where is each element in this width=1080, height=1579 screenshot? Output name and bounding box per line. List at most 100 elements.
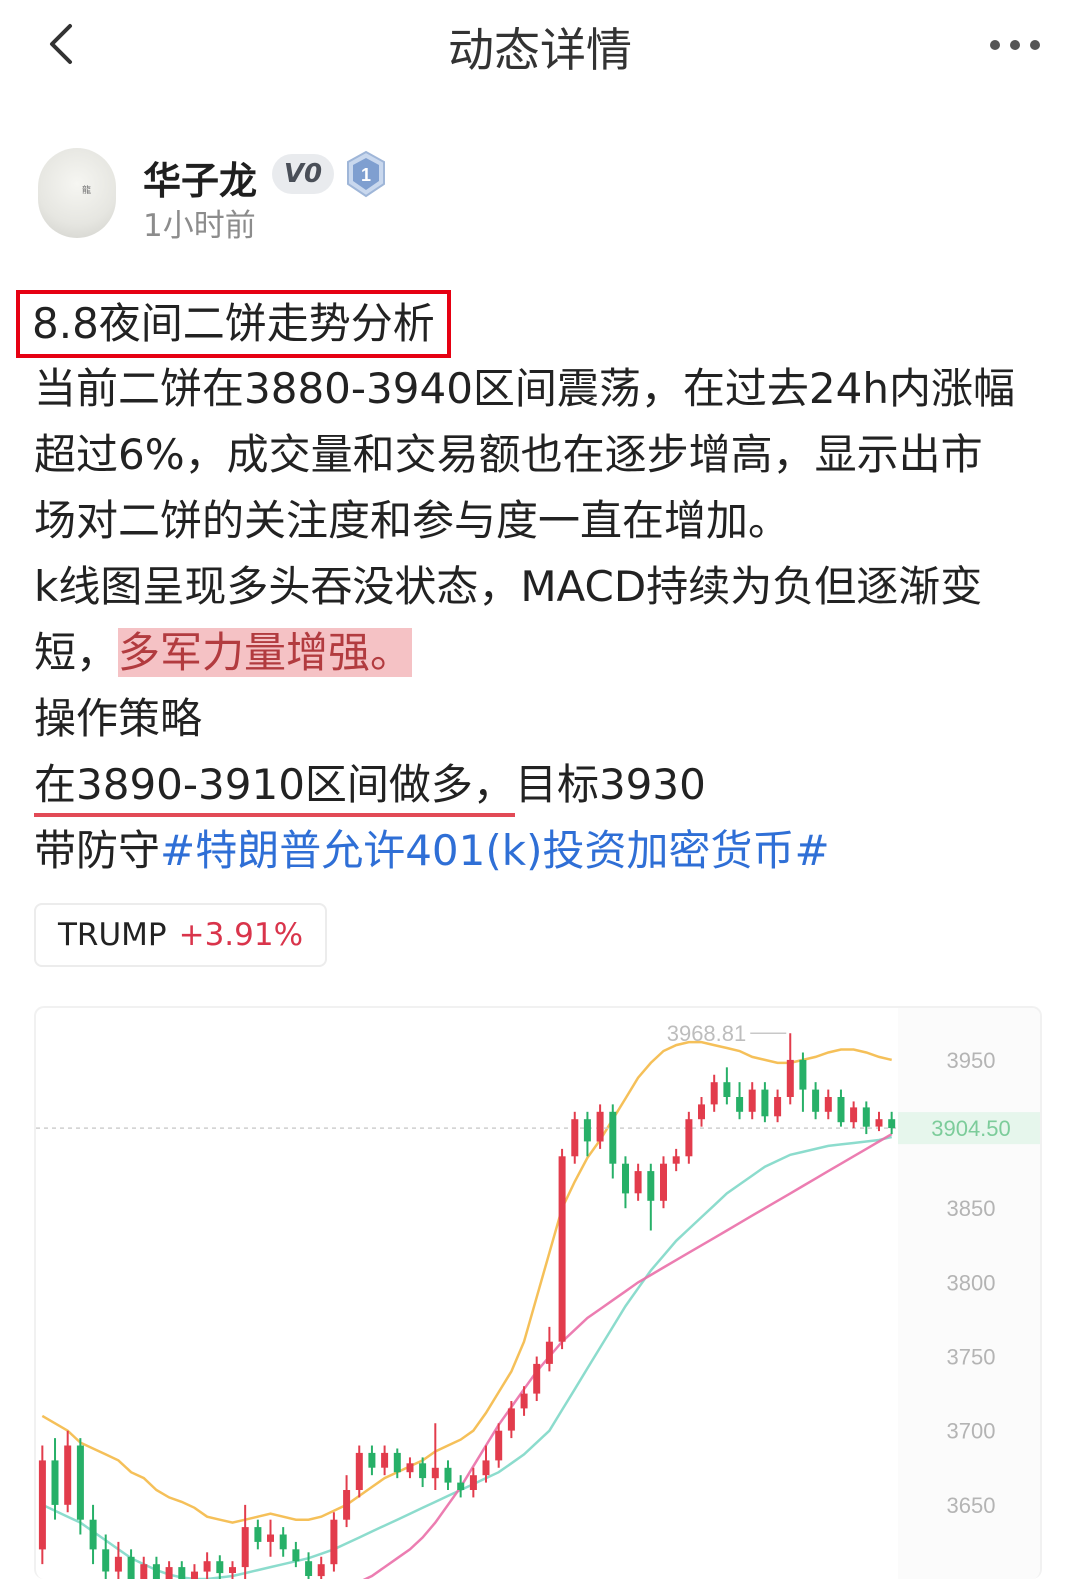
vip-badge: V0 — [272, 154, 334, 194]
candle-body — [178, 1567, 186, 1579]
level-number: 1 — [361, 165, 371, 185]
candle-body — [850, 1107, 858, 1123]
candle-body — [431, 1467, 439, 1479]
post-body: 8.8夜间二饼走势分析 当前二饼在3880-3940区间震荡，在过去24h内涨幅… — [16, 290, 1044, 884]
candle-body — [191, 1571, 198, 1579]
candle-body — [292, 1549, 300, 1562]
ticker-symbol: TRUMP — [58, 917, 167, 953]
candle-body — [812, 1089, 820, 1112]
candle-body — [596, 1111, 604, 1142]
candle-body — [482, 1460, 490, 1476]
ticker-change: +3.91% — [178, 917, 304, 953]
candle-body — [203, 1561, 211, 1572]
post-text-line: 场对二饼的关注度和参与度一直在增加。 — [34, 496, 791, 545]
candle-body — [469, 1475, 477, 1490]
candle-body — [723, 1082, 731, 1097]
post-text-line: 带防守#特朗普允许401(k)投资加密货币# — [34, 818, 1044, 884]
candle-body — [558, 1156, 566, 1342]
candle-body — [622, 1163, 629, 1194]
post-text: 目标3930 — [514, 760, 706, 809]
candle-body — [76, 1445, 84, 1520]
candle-body — [381, 1452, 389, 1468]
high-price-label: 3968.81 — [667, 1021, 747, 1046]
author-row: 龍 华子龙 V0 1 1小时前 — [38, 148, 1038, 248]
candle-body — [698, 1104, 705, 1120]
candle-body — [609, 1111, 617, 1164]
more-button[interactable] — [988, 30, 1042, 60]
candle-body — [837, 1097, 845, 1123]
candle-body — [38, 1460, 46, 1550]
post-headline: 8.8夜间二饼走势分析 — [16, 290, 451, 358]
candle-body — [545, 1341, 553, 1364]
candle-body — [862, 1107, 870, 1127]
candle-body — [254, 1527, 262, 1542]
author-name[interactable]: 华子龙 — [143, 150, 257, 205]
candle-body — [305, 1561, 313, 1576]
page-title: 动态详情 — [448, 23, 632, 77]
candle-body — [824, 1097, 832, 1112]
candle-body — [127, 1556, 135, 1579]
post-time: 1小时前 — [143, 208, 256, 244]
candle-body — [533, 1363, 541, 1394]
candle-body — [89, 1519, 97, 1550]
candle-body — [267, 1534, 274, 1542]
candle-body — [343, 1490, 351, 1520]
post-text-line: 短，多军力量增强。 — [34, 620, 1044, 686]
candle-body — [571, 1119, 579, 1157]
candle-body — [165, 1567, 173, 1579]
top-bar: 动态详情 — [0, 0, 1080, 96]
post-text-line: k线图呈现多头吞没状态，MACD持续为负但逐渐变 — [34, 562, 983, 611]
level-badge: 1 — [344, 150, 388, 198]
candle-body — [875, 1119, 883, 1127]
candle-body — [634, 1171, 642, 1194]
post-text-line: 超过6%，成交量和交易额也在逐步增高，显示出市 — [34, 430, 983, 479]
candle-body — [495, 1430, 503, 1461]
candlestick-chart: 39503900385038003750370036503904.503968.… — [36, 1008, 1040, 1579]
current-price-label: 3904.50 — [931, 1116, 1011, 1141]
candle-body — [406, 1463, 414, 1473]
post-text-line: 在3890-3910区间做多，目标3930 — [34, 752, 1044, 818]
candle-body — [710, 1082, 718, 1105]
candle-body — [229, 1567, 236, 1573]
lower-band-line — [362, 1133, 893, 1579]
candle-body — [102, 1549, 110, 1572]
candle-body — [457, 1482, 465, 1490]
more-horizontal-icon — [990, 40, 1040, 50]
ticker-chip[interactable]: TRUMP +3.91% — [34, 903, 328, 967]
post-text: 短， — [34, 628, 119, 677]
candle-body — [799, 1059, 807, 1090]
chart-image[interactable]: 39503900385038003750370036503904.503968.… — [34, 1006, 1042, 1579]
middle-band-line — [41, 1135, 892, 1579]
candle-body — [888, 1119, 896, 1129]
y-tick-label: 3950 — [947, 1048, 996, 1073]
y-tick-label: 3700 — [947, 1419, 996, 1444]
candle-body — [51, 1460, 59, 1505]
candle-body — [114, 1556, 122, 1572]
highlighted-text: 多军力量增强。 — [118, 628, 413, 677]
avatar-seal-icon: 龍 — [80, 185, 90, 195]
candle-body — [583, 1119, 591, 1142]
candle-body — [355, 1452, 363, 1490]
candle-body — [279, 1534, 287, 1550]
candle-body — [64, 1445, 72, 1505]
candle-body — [520, 1393, 528, 1409]
candle-body — [444, 1467, 452, 1483]
candle-body — [317, 1564, 325, 1577]
candle-body — [393, 1452, 401, 1473]
candle-body — [786, 1059, 794, 1097]
avatar[interactable]: 龍 — [38, 148, 116, 238]
candle-body — [736, 1097, 744, 1112]
candle-body — [647, 1171, 655, 1201]
candle-body — [748, 1089, 756, 1112]
candle-body — [216, 1561, 224, 1574]
candle-body — [672, 1156, 680, 1164]
candle-body — [685, 1119, 693, 1157]
candle-body — [330, 1519, 338, 1565]
candle-body — [660, 1163, 667, 1201]
hashtag-link[interactable]: #特朗普允许401(k)投资加密货币# — [160, 826, 830, 875]
candle-body — [774, 1097, 782, 1117]
strategy-heading: 操作策略 — [34, 694, 203, 743]
y-tick-label: 3750 — [947, 1345, 996, 1370]
y-tick-label: 3800 — [947, 1270, 996, 1295]
candle-body — [507, 1408, 515, 1431]
